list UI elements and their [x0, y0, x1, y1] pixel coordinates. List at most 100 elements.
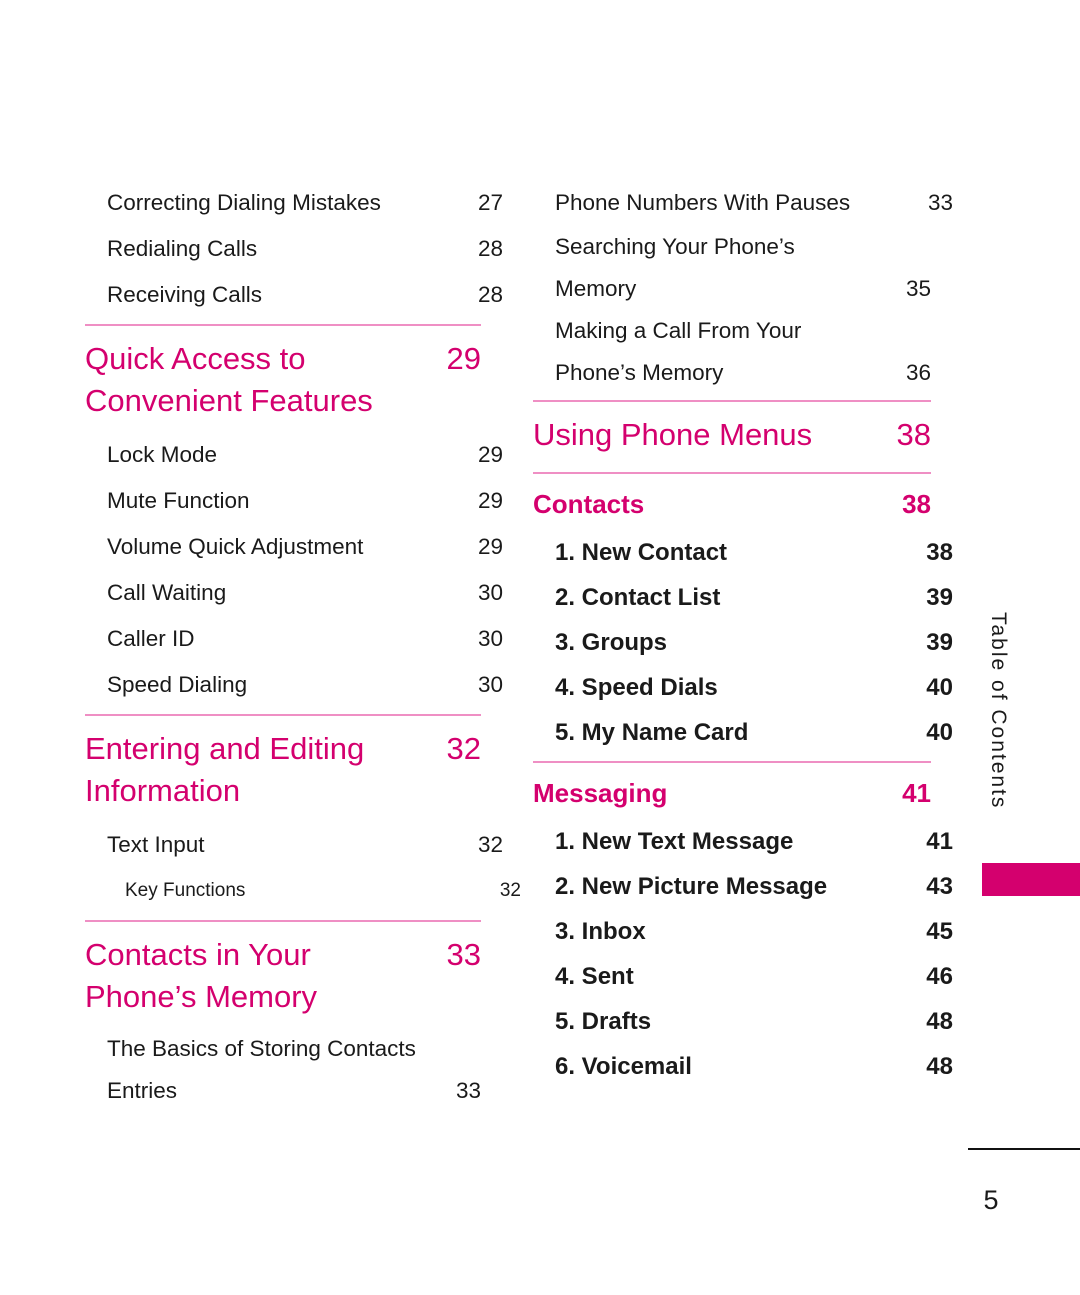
- toc-entry[interactable]: Key Functions 32: [85, 868, 521, 914]
- toc-entry-page: 46: [926, 963, 953, 990]
- toc-section-heading-contacts-memory[interactable]: Contacts in Your Phone’s Memory 33: [85, 922, 481, 1028]
- toc-entry[interactable]: 5. My Name Card 40: [533, 710, 953, 755]
- toc-entry-page: 29: [477, 534, 503, 559]
- toc-entry-label: Text Input: [107, 832, 205, 857]
- toc-entry[interactable]: 4. Speed Dials 40: [533, 665, 953, 710]
- toc-entry-label: Caller ID: [107, 626, 195, 651]
- toc-entry[interactable]: 2. Contact List 39: [533, 575, 953, 620]
- toc-entry-page: 27: [477, 190, 503, 215]
- toc-entry-page: 45: [926, 918, 953, 945]
- toc-section-title-line2: Information: [85, 773, 241, 808]
- toc-entry-label-line1: The Basics of Storing Contacts: [107, 1036, 416, 1061]
- toc-entry-label: 5. My Name Card: [555, 719, 749, 746]
- toc-entry[interactable]: 3. Groups 39: [533, 620, 953, 665]
- toc-subsection-title: Messaging: [533, 778, 668, 808]
- toc-entry-label: 2. New Picture Message: [555, 873, 828, 900]
- toc-entry-page: 39: [926, 584, 953, 611]
- toc-entry-page: 30: [477, 626, 503, 651]
- toc-section-heading-using-phone-menus[interactable]: Using Phone Menus 38: [533, 402, 931, 466]
- toc-subsection-heading-contacts[interactable]: Contacts 38: [533, 474, 931, 530]
- toc-entry-label: Phone Numbers With Pauses: [555, 190, 851, 215]
- toc-entry[interactable]: Lock Mode 29: [85, 432, 503, 478]
- toc-entry[interactable]: Text Input 32: [85, 822, 503, 868]
- toc-entry[interactable]: Volume Quick Adjustment 29: [85, 524, 503, 570]
- toc-entry-label: 1. New Contact: [555, 539, 728, 566]
- toc-entry[interactable]: 6. Voicemail 48: [533, 1044, 953, 1089]
- toc-right-column: Phone Numbers With Pauses 33 Searching Y…: [533, 180, 953, 1089]
- toc-entry[interactable]: 1. New Contact 38: [533, 530, 953, 575]
- toc-section-page: 32: [446, 731, 481, 766]
- toc-entry-second-line: Phone’s Memory 36: [555, 352, 931, 394]
- toc-entry-page: 33: [927, 190, 953, 215]
- toc-entry[interactable]: Making a Call From Your Phone’s Memory 3…: [533, 310, 931, 394]
- toc-entry-page: 41: [926, 828, 953, 855]
- toc-section-title-line2: Features: [250, 383, 373, 418]
- toc-entry-label: 6. Voicemail: [555, 1053, 692, 1080]
- toc-subsection-title: Contacts: [533, 489, 645, 519]
- toc-section-page: 38: [896, 417, 931, 452]
- toc-section-title: Entering and Editing Information: [85, 728, 421, 812]
- toc-section-heading-quick-access[interactable]: Quick Access to Convenient Features 29: [85, 326, 481, 432]
- toc-section-title: Using Phone Menus: [533, 417, 813, 452]
- toc-entry-page: 28: [477, 236, 503, 261]
- toc-entry-page: 29: [477, 442, 503, 467]
- toc-entry[interactable]: Searching Your Phone’s Memory 35: [533, 226, 931, 310]
- toc-entry-label-line2: Entries: [107, 1078, 178, 1103]
- toc-entry-label: Redialing Calls: [107, 236, 258, 261]
- toc-entry-label: Receiving Calls: [107, 282, 263, 307]
- toc-entry-page: 36: [905, 360, 931, 385]
- toc-entry-page: 48: [926, 1008, 953, 1035]
- toc-entry[interactable]: Mute Function 29: [85, 478, 503, 524]
- toc-left-column: Correcting Dialing Mistakes 27 Redialing…: [85, 180, 521, 1112]
- toc-entry-label: 3. Inbox: [555, 918, 646, 945]
- toc-entry-page: 32: [499, 880, 521, 901]
- toc-entry-label: 1. New Text Message: [555, 828, 794, 855]
- toc-entry[interactable]: The Basics of Storing Contacts Entries 3…: [85, 1028, 481, 1112]
- toc-entry-page: 29: [477, 488, 503, 513]
- toc-entry[interactable]: Speed Dialing 30: [85, 662, 503, 708]
- toc-entry-page: 28: [477, 282, 503, 307]
- toc-entry-page: 43: [926, 873, 953, 900]
- toc-subsection-page: 41: [902, 778, 931, 808]
- toc-page: Correcting Dialing Mistakes 27 Redialing…: [0, 0, 1080, 1295]
- toc-entry-label: Key Functions: [125, 880, 246, 901]
- side-tab-marker: [982, 863, 1080, 896]
- toc-section-heading-entering-editing[interactable]: Entering and Editing Information 32: [85, 716, 481, 822]
- toc-entry-label: 4. Sent: [555, 963, 634, 990]
- toc-entry-second-line: Entries 33: [107, 1070, 481, 1112]
- toc-section-title: Contacts in Your Phone’s Memory: [85, 934, 421, 1018]
- toc-section-title: Quick Access to Convenient Features: [85, 338, 421, 422]
- toc-entry-page: 39: [926, 629, 953, 656]
- toc-entry-page: 40: [926, 719, 953, 746]
- toc-entry-label: Volume Quick Adjustment: [107, 534, 364, 559]
- toc-entry-page: 38: [926, 539, 953, 566]
- toc-section-page: 29: [446, 341, 481, 376]
- toc-entry-label: Mute Function: [107, 488, 250, 513]
- toc-entry[interactable]: Call Waiting 30: [85, 570, 503, 616]
- toc-section-title-line1: Entering and Editing: [85, 731, 365, 766]
- toc-entry[interactable]: 1. New Text Message 41: [533, 819, 953, 864]
- toc-entry-page: 48: [926, 1053, 953, 1080]
- toc-entry-label: Lock Mode: [107, 442, 218, 467]
- toc-subsection-page: 38: [902, 489, 931, 519]
- toc-entry-page: 33: [455, 1078, 481, 1103]
- toc-entry-label: 5. Drafts: [555, 1008, 652, 1035]
- toc-entry[interactable]: 5. Drafts 48: [533, 999, 953, 1044]
- toc-entry[interactable]: 3. Inbox 45: [533, 909, 953, 954]
- toc-section-title-line2: Memory: [205, 979, 318, 1014]
- toc-entry-page: 30: [477, 672, 503, 697]
- toc-entry[interactable]: 4. Sent 46: [533, 954, 953, 999]
- toc-entry[interactable]: Redialing Calls 28: [85, 226, 503, 272]
- toc-entry[interactable]: Receiving Calls 28: [85, 272, 503, 318]
- page-number: 5: [983, 1185, 999, 1215]
- toc-entry[interactable]: 2. New Picture Message 43: [533, 864, 953, 909]
- toc-subsection-heading-messaging[interactable]: Messaging 41: [533, 763, 931, 819]
- toc-section-page: 33: [446, 937, 481, 972]
- toc-entry-page: 40: [926, 674, 953, 701]
- toc-entry[interactable]: Phone Numbers With Pauses 33: [533, 180, 953, 226]
- toc-entry-label: Call Waiting: [107, 580, 227, 605]
- toc-entry-label: 4. Speed Dials: [555, 674, 718, 701]
- toc-entry-label-line2: Memory: [555, 276, 637, 301]
- toc-entry[interactable]: Correcting Dialing Mistakes 27: [85, 180, 503, 226]
- toc-entry[interactable]: Caller ID 30: [85, 616, 503, 662]
